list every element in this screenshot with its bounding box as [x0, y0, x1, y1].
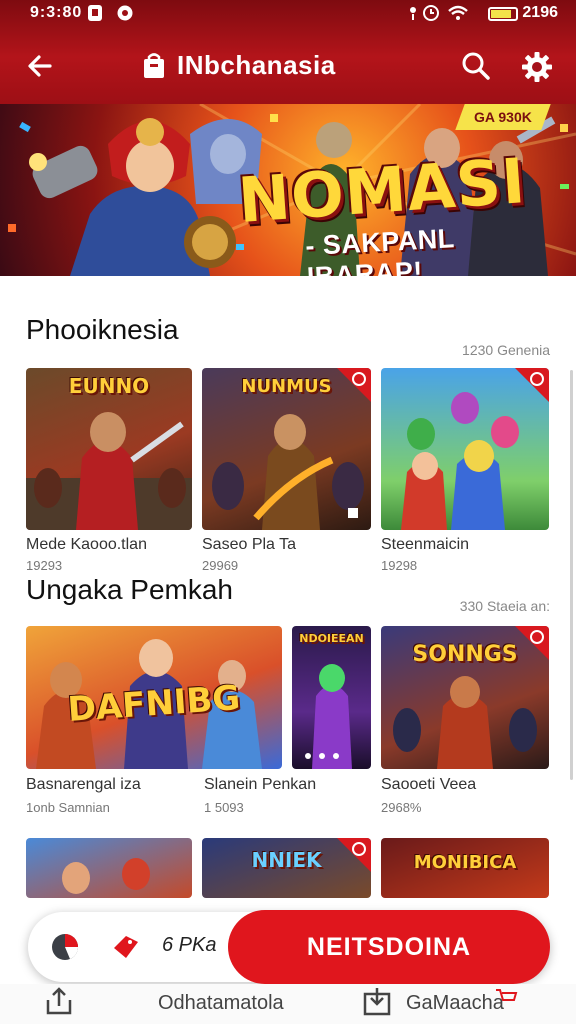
game-thumbnail: NDOIEEAN [292, 626, 371, 769]
game-card[interactable]: MONIBICA [381, 838, 549, 898]
scrollbar[interactable] [570, 370, 573, 780]
badge-icon [352, 372, 366, 386]
alarm-icon [116, 4, 134, 22]
banner-badge: GA 930K [455, 104, 551, 130]
game-thumbnail [26, 838, 192, 898]
game-subtitle: 29969 [202, 558, 239, 573]
app-title-group: INbchanasia [143, 50, 336, 81]
download-box-icon[interactable] [362, 986, 392, 1016]
share-icon[interactable] [44, 986, 74, 1016]
pie-chart-icon[interactable] [50, 932, 80, 962]
game-artwork [305, 664, 352, 769]
status-bar: 9:3:80 2196 [0, 0, 576, 28]
section-meta: 330 Staeia an: [459, 598, 550, 614]
section-title: Phooiknesia [26, 314, 179, 345]
game-subtitle: 1onb Samnian [26, 800, 110, 815]
tag-icon[interactable] [112, 934, 140, 960]
cart-icon[interactable] [494, 988, 518, 1004]
badge-icon [530, 372, 544, 386]
gear-icon [522, 52, 552, 82]
game-card[interactable]: Steenmaicin 19298 [381, 368, 549, 578]
game-title: Basnarengal iza [26, 776, 141, 793]
game-title: Slanein Penkan [204, 776, 317, 793]
battery-icon [488, 7, 518, 21]
game-title: Mede Kaooo.tlan [26, 536, 147, 553]
game-card[interactable]: NNIEK [202, 838, 371, 898]
primary-action-button[interactable]: NEITSDOINA [228, 910, 550, 984]
banner-badge-text: GA 930K [474, 109, 532, 125]
game-thumbnail: EUNNO [26, 368, 192, 530]
wifi-icon [448, 4, 468, 22]
app-title: INbchanasia [177, 50, 336, 80]
thumbnail-title: EUNNO [68, 374, 150, 398]
badge-icon [530, 630, 544, 644]
game-subtitle: 2968% [381, 800, 422, 815]
top-bar: 9:3:80 2196 INbchanasia [0, 0, 576, 104]
game-thumbnail: MONIBICA [381, 838, 549, 898]
search-icon [462, 52, 490, 80]
game-title: Steenmaicin [381, 536, 470, 553]
section-title: Ungaka Pemkah [26, 574, 234, 605]
action-bar: 6 PKa NEITSDOINA [28, 910, 550, 984]
nav-label[interactable]: Odhatamatola [158, 992, 284, 1015]
thumbnail-title: MONIBICA [413, 852, 517, 873]
section-meta: 1230 Genenia [462, 342, 550, 358]
game-card[interactable] [26, 838, 192, 898]
thumbnail-title: NDOIEEAN [299, 632, 364, 645]
nav-label[interactable]: GaMaacha [406, 992, 504, 1015]
game-thumbnail: DAFNIBG [26, 626, 282, 769]
arrow-left-icon [28, 55, 52, 77]
price-label: 6 PKa [162, 934, 217, 956]
back-button[interactable] [22, 48, 58, 84]
app-header: INbchanasia [0, 40, 576, 96]
badge-icon [352, 842, 366, 856]
game-title: Saooeti Veea [381, 776, 477, 793]
promo-banner[interactable]: GA 930K NOMASI - SAKPANL IBARAP! [0, 104, 576, 276]
battery-text: 2196 [522, 4, 558, 21]
location-icon [404, 4, 422, 22]
clock-icon [422, 4, 440, 22]
search-button[interactable] [458, 48, 494, 84]
game-title: Saseo Pla Ta [202, 536, 296, 553]
game-artwork [62, 858, 150, 894]
game-thumbnail: SONNGS [381, 626, 549, 769]
game-thumbnail: NNIEK [202, 838, 371, 898]
bag-logo-icon [144, 52, 164, 78]
game-card[interactable]: NUNMUS Saseo Pla Ta 29969 [202, 368, 371, 578]
game-card[interactable]: EUNNO Mede Kaooo.tlan 19293 [26, 368, 192, 578]
game-subtitle: 1 5093 [204, 800, 244, 815]
notification-icon [86, 4, 104, 22]
game-thumbnail [381, 368, 549, 530]
game-card[interactable]: SONNGS Saooeti Veea 2968% [381, 626, 549, 822]
settings-button[interactable] [518, 48, 556, 86]
bottom-nav: Odhatamatola GaMaacha [0, 984, 576, 1024]
game-subtitle: 19293 [26, 558, 63, 573]
game-subtitle: 19298 [381, 558, 418, 573]
game-thumbnail: NUNMUS [202, 368, 371, 530]
status-time: 9:3:80 [30, 4, 83, 21]
